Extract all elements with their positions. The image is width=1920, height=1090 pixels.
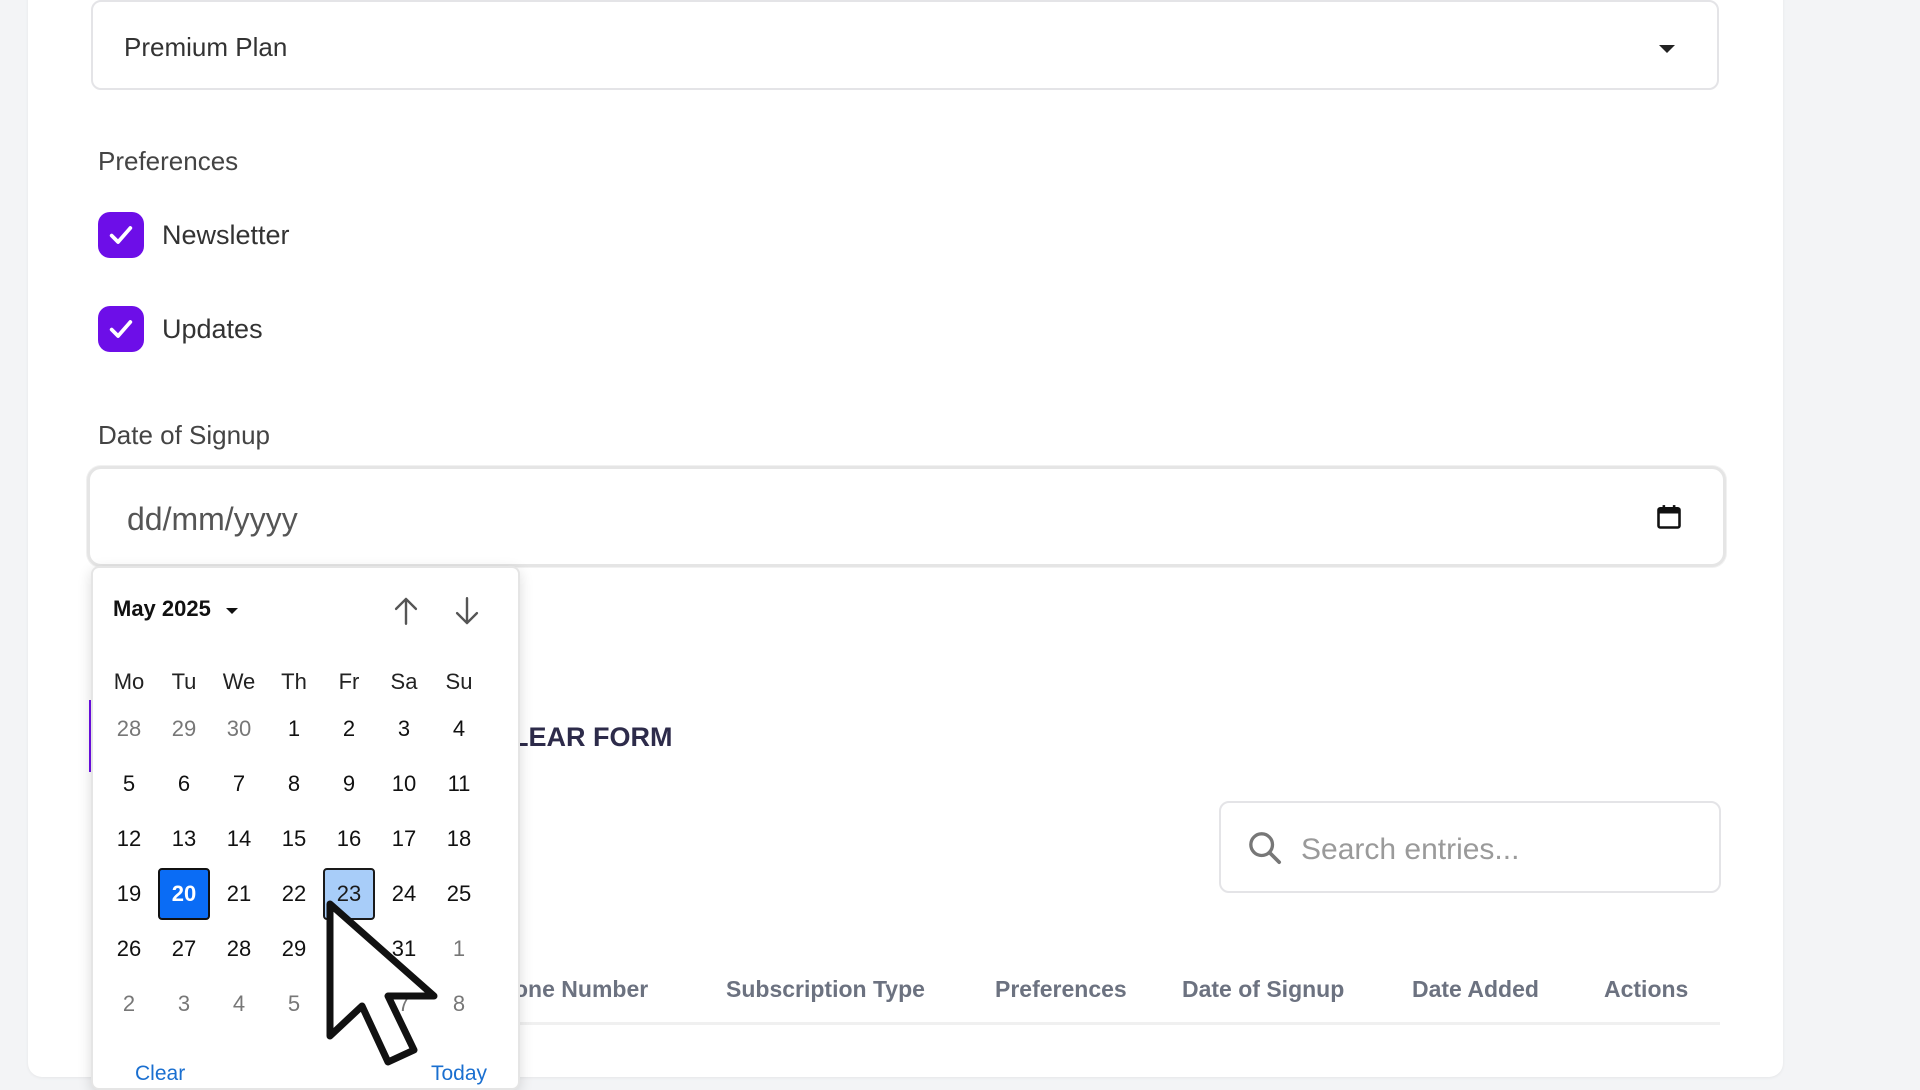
checkmark-icon [109, 320, 133, 338]
calendar-day[interactable]: 19 [103, 868, 155, 920]
calendar-day[interactable]: 26 [103, 923, 155, 975]
subscription-select-value: Premium Plan [124, 32, 288, 62]
table-header: one Number Subscription Type Preferences… [480, 954, 1720, 1025]
weekday-header: Sa [390, 669, 418, 694]
calendar-day[interactable]: 2 [103, 978, 155, 1030]
calendar-day[interactable]: 1 [268, 703, 320, 755]
column-header-date-added[interactable]: Date Added [1412, 976, 1539, 1003]
calendar-day[interactable]: 2 [323, 703, 375, 755]
column-header-preferences[interactable]: Preferences [995, 976, 1127, 1003]
preferences-label: Preferences [98, 146, 239, 176]
calendar-day[interactable]: 28 [213, 923, 265, 975]
calendar-day[interactable]: 29 [268, 923, 320, 975]
calendar-day[interactable]: 22 [268, 868, 320, 920]
calendar-day[interactable]: 3 [158, 978, 210, 1030]
calendar-day[interactable]: 29 [158, 703, 210, 755]
caret-down-icon [1659, 45, 1675, 53]
calendar-day[interactable]: 5 [268, 978, 320, 1030]
subscription-select[interactable]: Premium Plan [91, 0, 1719, 90]
calendar-day[interactable]: 3 [378, 703, 430, 755]
column-header-phone-number[interactable]: one Number [514, 976, 648, 1003]
arrow-down-icon[interactable] [450, 593, 484, 629]
newsletter-option[interactable]: Newsletter [98, 211, 290, 259]
date-of-signup-label: Date of Signup [98, 420, 271, 450]
calendar-day[interactable]: 9 [323, 758, 375, 810]
weekday-header: Tu [171, 669, 197, 694]
arrow-up-icon[interactable] [389, 593, 423, 629]
date-placeholder: dd/mm/yyyy [127, 501, 298, 537]
search-input[interactable]: Search entries... [1301, 833, 1519, 867]
calendar-day[interactable]: 15 [268, 813, 320, 865]
column-header-subscription-type[interactable]: Subscription Type [726, 976, 925, 1003]
calendar-day[interactable]: 18 [433, 813, 485, 865]
column-header-date-of-signup[interactable]: Date of Signup [1182, 976, 1344, 1003]
calendar-day[interactable]: 4 [213, 978, 265, 1030]
calendar-day[interactable]: 10 [378, 758, 430, 810]
caret-down-icon[interactable] [226, 608, 238, 614]
search-icon [1245, 828, 1285, 873]
calendar-day[interactable]: 17 [378, 813, 430, 865]
search-box[interactable]: Search entries... [1219, 801, 1721, 893]
calendar-day[interactable]: 4 [433, 703, 485, 755]
month-selector[interactable]: May 2025 [113, 596, 211, 622]
calendar-day[interactable]: 12 [103, 813, 155, 865]
calendar-day[interactable]: 5 [103, 758, 155, 810]
weekday-header: Th [281, 669, 307, 694]
weekday-header: Fr [338, 669, 360, 694]
calendar-day[interactable]: 13 [158, 813, 210, 865]
calendar-day[interactable]: 14 [213, 813, 265, 865]
column-header-actions[interactable]: Actions [1604, 976, 1688, 1003]
weekday-header: Mo [113, 669, 145, 694]
checkmark-icon [109, 226, 133, 244]
calendar-day[interactable]: 20 [158, 868, 210, 920]
weekday-header: We [222, 669, 256, 694]
date-of-signup-input[interactable]: dd/mm/yyyy [87, 466, 1726, 567]
mouse-pointer-icon [326, 900, 438, 1066]
clear-form-button[interactable]: LEAR FORM [512, 722, 672, 753]
calendar-day[interactable]: 30 [213, 703, 265, 755]
newsletter-label: Newsletter [162, 219, 290, 250]
calendar-day[interactable]: 21 [213, 868, 265, 920]
clear-date-button[interactable]: Clear [135, 1062, 185, 1086]
calendar-day[interactable]: 16 [323, 813, 375, 865]
calendar-day[interactable]: 6 [158, 758, 210, 810]
calendar-day[interactable]: 11 [433, 758, 485, 810]
weekday-header: Su [445, 669, 473, 694]
updates-option[interactable]: Updates [98, 305, 263, 353]
calendar-day[interactable]: 27 [158, 923, 210, 975]
calendar-day[interactable]: 7 [213, 758, 265, 810]
updates-checkbox[interactable] [98, 306, 144, 352]
calendar-day[interactable]: 8 [268, 758, 320, 810]
calendar-icon[interactable] [1655, 503, 1683, 536]
newsletter-checkbox[interactable] [98, 212, 144, 258]
updates-label: Updates [162, 313, 263, 344]
calendar-day[interactable]: 28 [103, 703, 155, 755]
